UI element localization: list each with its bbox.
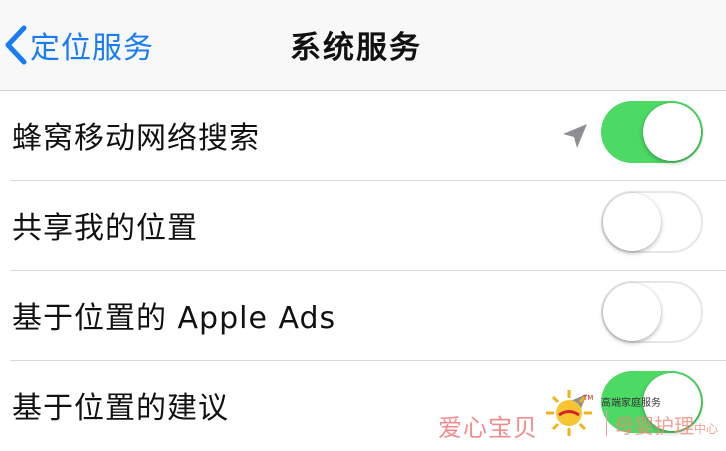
navigation-bar: 定位服务 系统服务: [0, 0, 726, 91]
toggle-knob: [643, 373, 701, 431]
row-label: 蜂窝移动网络搜索: [12, 121, 260, 156]
back-button[interactable]: 定位服务: [0, 20, 154, 70]
list-item-cellular-network-search: 蜂窝移动网络搜索: [0, 91, 726, 181]
list-item-share-my-location: 共享我的位置: [0, 181, 726, 271]
location-based-suggestions-toggle[interactable]: [601, 371, 703, 433]
row-label: 基于位置的 Apple Ads: [12, 301, 337, 336]
page-title: 系统服务: [290, 30, 422, 66]
share-my-location-toggle[interactable]: [601, 191, 703, 253]
back-button-label: 定位服务: [30, 31, 154, 66]
row-label: 基于位置的建议: [12, 391, 229, 426]
location-based-apple-ads-toggle[interactable]: [601, 281, 703, 343]
list-item-location-based-apple-ads: 基于位置的 Apple Ads: [0, 271, 726, 361]
toggle-knob: [603, 283, 661, 341]
location-arrow-icon: [563, 394, 587, 418]
settings-list: 蜂窝移动网络搜索 共享我的位置 基于位置的 Apple Ads 基于位置的建议: [0, 91, 726, 451]
location-arrow-icon: [563, 124, 587, 148]
toggle-knob: [643, 103, 701, 161]
list-item-location-based-suggestions: 基于位置的建议: [0, 361, 726, 451]
toggle-knob: [603, 193, 661, 251]
row-label: 共享我的位置: [12, 211, 198, 246]
cellular-network-search-toggle[interactable]: [601, 101, 703, 163]
